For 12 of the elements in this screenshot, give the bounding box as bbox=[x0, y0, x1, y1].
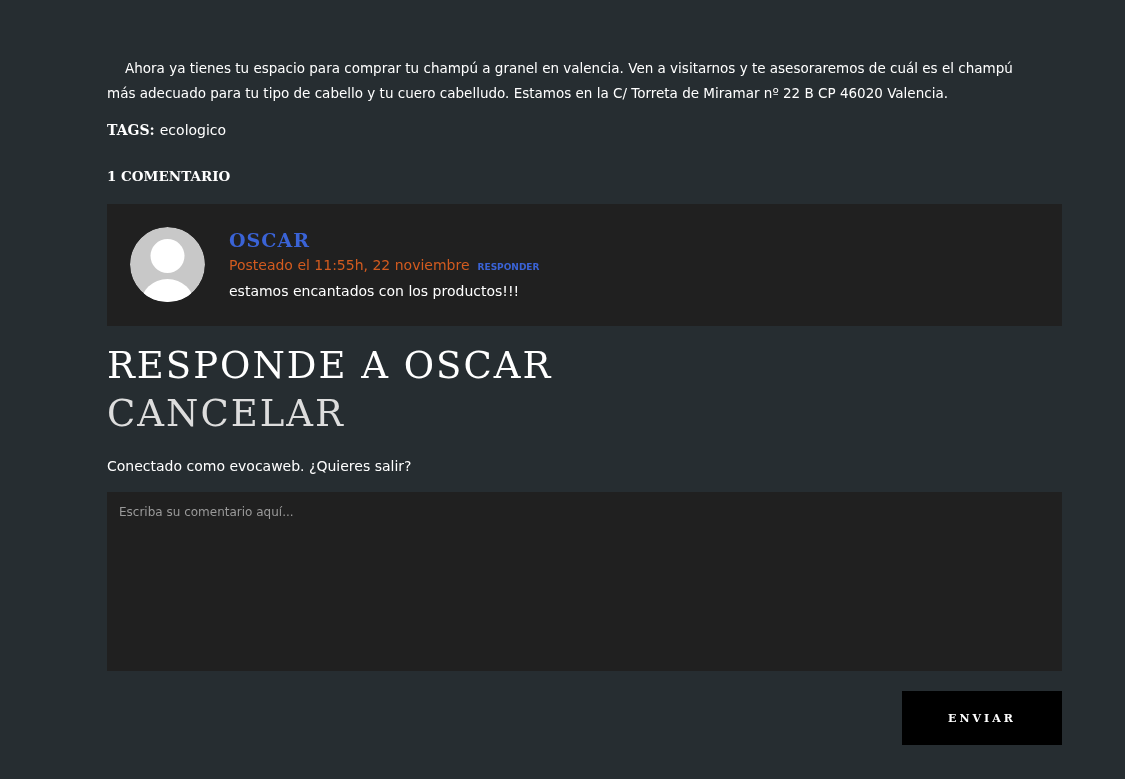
logged-in-text: Conectado como evocaweb. ¿Quieres salir? bbox=[107, 458, 413, 474]
comment-date: Posteado el 11:55h, 22 noviembre bbox=[229, 257, 470, 273]
tags-label: TAGS: bbox=[107, 122, 155, 138]
article-paragraph: Ahora ya tienes tu espacio para comprar tu champú a granel en valencia. Ven a visitarnos y te asesoraremos de cuál es el champú más adecuado para tu tipo de cabello y tu cuero cabelludo. Estamos en la C/ Torreta de Miramar nº 22 B CP 46020 Valencia. bbox=[107, 59, 1014, 103]
comment-field[interactable]: Escriba su comentario aquí... bbox=[107, 492, 1062, 671]
cancel-reply-link[interactable]: CANCELAR bbox=[107, 390, 345, 438]
comments-heading: 1 COMENTARIO bbox=[107, 168, 232, 184]
comment-text: estamos encantados con los productos!!! bbox=[229, 283, 521, 299]
avatar-icon bbox=[130, 227, 205, 302]
submit-button[interactable]: ENVIAR bbox=[902, 691, 1062, 745]
tag-link[interactable]: ecologico bbox=[159, 122, 227, 138]
reply-title: RESPONDE A OSCAR bbox=[107, 343, 554, 389]
